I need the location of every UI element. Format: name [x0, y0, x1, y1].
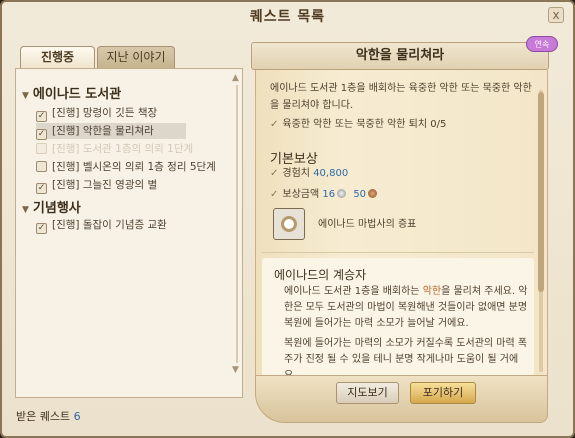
exp-bullet-icon: ✓: [270, 168, 279, 179]
quest-objective: ✓ 육중한 악한 또는 묵중한 악한 퇴치 0/5: [270, 119, 447, 130]
divider: [262, 252, 534, 253]
checkbox-icon[interactable]: ✓: [36, 183, 47, 194]
emblem-icon: [281, 216, 297, 232]
window-title: 퀘스트 목록: [249, 9, 326, 25]
category-event[interactable]: ▼ 기념행사: [22, 197, 81, 216]
checkbox-icon[interactable]: [36, 143, 47, 154]
collapse-triangle-icon[interactable]: ▼: [22, 205, 29, 215]
tab-past-stories[interactable]: 지난 이야기: [97, 46, 175, 68]
received-quest-count: 받은 퀘스트 6: [16, 410, 81, 423]
gold-bullet-icon: ✓: [270, 189, 279, 200]
quest-item[interactable]: [진행] 벨시온의 의뢰 1층 정리 5단계: [36, 159, 216, 175]
checkbox-icon[interactable]: ✓: [36, 111, 47, 122]
parchment-roll: [255, 375, 548, 423]
abandon-button[interactable]: 포기하기: [410, 382, 476, 404]
tab-in-progress[interactable]: 진행중: [20, 46, 95, 68]
quest-story-box: 에이나드의 계승자 에이나드 도서관 1층을 배회하는 악한을 물리쳐 주세요.…: [262, 258, 534, 381]
checkbox-icon[interactable]: ✓: [36, 223, 47, 234]
quest-item[interactable]: ✓ [진행] 그늘진 영광의 별: [36, 177, 157, 194]
reward-item-name: 에이나드 마법사의 증표: [318, 219, 417, 230]
quest-item-selected[interactable]: ✓ [진행] 악한을 물리쳐라: [36, 123, 186, 140]
reward-gold: ✓ 보상금액 16 50: [270, 186, 381, 203]
checkbox-icon[interactable]: ✓: [36, 129, 47, 140]
silver-coin-icon: [337, 189, 347, 198]
quest-item[interactable]: ✓ [진행] 망령이 깃든 책장: [36, 105, 157, 122]
quest-detail-panel: 에이나드 도서관 1층을 배회하는 육중한 악한 또는 묵중한 악한을 물리쳐야…: [255, 70, 548, 381]
reward-exp: ✓ 경험치 40,800: [270, 168, 349, 179]
story-title: 에이나드의 계승자: [274, 268, 367, 282]
story-paragraph: 에이나드 도서관 1층을 배회하는 악한을 물리쳐 주세요. 악한은 모두 도서…: [284, 286, 528, 329]
chain-quest-badge: 연속: [526, 36, 558, 52]
map-button[interactable]: 지도보기: [336, 382, 399, 404]
scroll-track[interactable]: [236, 85, 238, 363]
quest-description: 에이나드 도서관 1층을 배회하는 육중한 악한 또는 묵중한 악한을 물리쳐야…: [270, 83, 532, 111]
scroll-thumb[interactable]: [538, 92, 544, 292]
reward-item-slot[interactable]: [273, 208, 305, 240]
quest-detail-title: 악한을 물리쳐라: [251, 42, 549, 70]
close-icon[interactable]: x: [548, 7, 564, 23]
objective-bullet-icon: ✓: [270, 119, 279, 130]
quest-item[interactable]: [진행] 도서관 1층의 의뢰 1단계: [36, 141, 193, 157]
quest-item[interactable]: ✓ [진행] 돌잡이 기념증 교환: [36, 217, 167, 234]
scroll-down-icon[interactable]: ▼: [232, 365, 239, 375]
scroll-up-icon[interactable]: ▲: [232, 73, 239, 83]
quest-list-panel: ▼ 에이나드 도서관 ✓ [진행] 망령이 깃든 책장 ✓ [진행] 악한을 물리쳐라…: [15, 68, 243, 398]
category-library[interactable]: ▼ 에이나드 도서관: [22, 83, 121, 102]
collapse-triangle-icon[interactable]: ▼: [22, 91, 29, 101]
detail-scrollbar[interactable]: [538, 90, 544, 372]
list-scrollbar[interactable]: ▲ ▼: [232, 73, 240, 375]
bronze-coin-icon: [368, 189, 378, 198]
checkbox-icon[interactable]: [36, 161, 47, 172]
